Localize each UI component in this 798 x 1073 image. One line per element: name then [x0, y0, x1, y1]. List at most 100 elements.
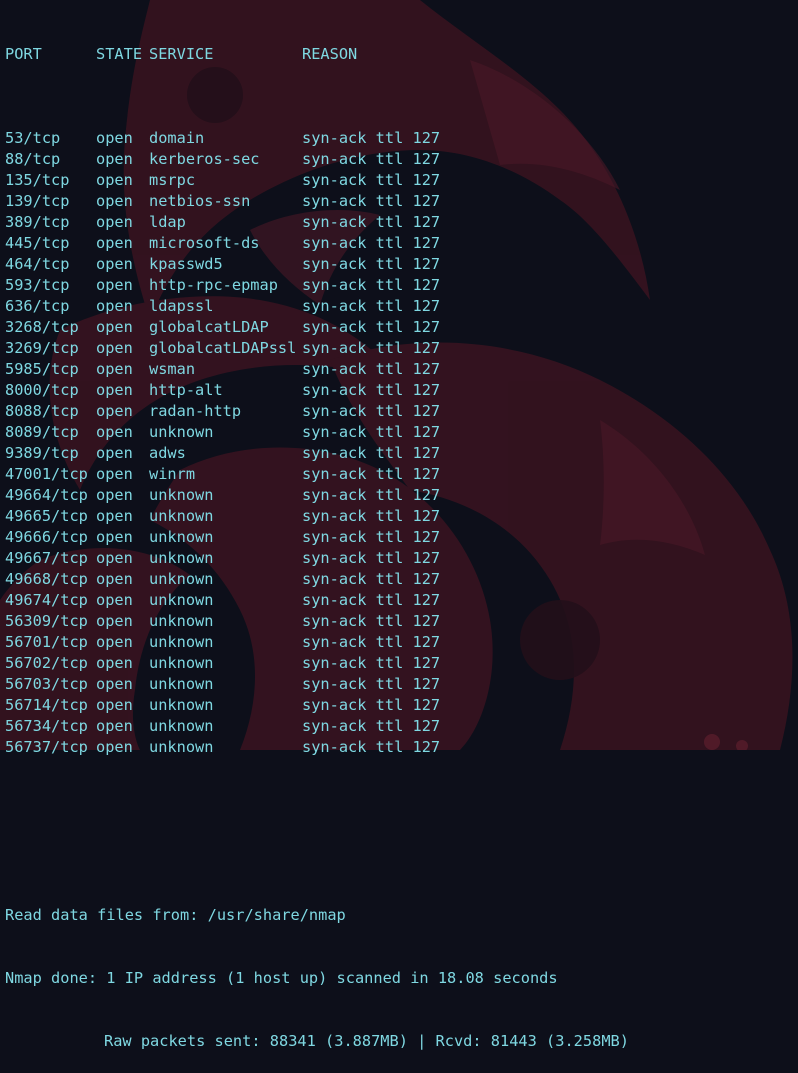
service-cell: unknown: [149, 633, 214, 651]
port-cell: 49665/tcp: [5, 507, 88, 525]
state-cell: open: [96, 255, 133, 273]
reason-cell: syn-ack ttl 127: [302, 339, 441, 357]
reason-cell: syn-ack ttl 127: [302, 381, 441, 399]
state-cell: open: [96, 738, 133, 756]
reason-cell: syn-ack ttl 127: [302, 318, 441, 336]
reason-cell: syn-ack ttl 127: [302, 129, 441, 147]
port-cell: 56309/tcp: [5, 612, 88, 630]
port-cell: 56714/tcp: [5, 696, 88, 714]
port-cell: 139/tcp: [5, 192, 70, 210]
port-cell: 49674/tcp: [5, 591, 88, 609]
table-row: 8088/tcp open radan-http syn-ack ttl 127: [5, 401, 795, 422]
reason-cell: syn-ack ttl 127: [302, 507, 441, 525]
state-cell: open: [96, 612, 133, 630]
service-cell: unknown: [149, 549, 214, 567]
reason-cell: syn-ack ttl 127: [302, 591, 441, 609]
state-cell: open: [96, 339, 133, 357]
service-cell: wsman: [149, 360, 196, 378]
reason-cell: syn-ack ttl 127: [302, 150, 441, 168]
header-state: STATE: [96, 45, 143, 63]
service-cell: unknown: [149, 738, 214, 756]
reason-cell: syn-ack ttl 127: [302, 276, 441, 294]
state-cell: open: [96, 717, 133, 735]
state-cell: open: [96, 486, 133, 504]
port-cell: 9389/tcp: [5, 444, 79, 462]
state-cell: open: [96, 696, 133, 714]
reason-cell: syn-ack ttl 127: [302, 717, 441, 735]
state-cell: open: [96, 297, 133, 315]
port-cell: 49668/tcp: [5, 570, 88, 588]
reason-cell: syn-ack ttl 127: [302, 234, 441, 252]
table-row: 56701/tcp open unknown syn-ack ttl 127: [5, 632, 795, 653]
service-cell: unknown: [149, 591, 214, 609]
service-cell: microsoft-ds: [149, 234, 260, 252]
service-cell: unknown: [149, 612, 214, 630]
table-row: 56714/tcp open unknown syn-ack ttl 127: [5, 695, 795, 716]
table-row: 139/tcp open netbios-ssn syn-ack ttl 127: [5, 191, 795, 212]
reason-cell: syn-ack ttl 127: [302, 528, 441, 546]
table-row: 53/tcp open domain syn-ack ttl 127: [5, 128, 795, 149]
port-cell: 8088/tcp: [5, 402, 79, 420]
table-row: 5985/tcp open wsman syn-ack ttl 127: [5, 359, 795, 380]
state-cell: open: [96, 654, 133, 672]
service-cell: unknown: [149, 570, 214, 588]
table-row: 593/tcp open http-rpc-epmap syn-ack ttl 127: [5, 275, 795, 296]
state-cell: open: [96, 150, 133, 168]
port-cell: 56703/tcp: [5, 675, 88, 693]
reason-cell: syn-ack ttl 127: [302, 171, 441, 189]
state-cell: open: [96, 129, 133, 147]
port-cell: 593/tcp: [5, 276, 70, 294]
service-cell: adws: [149, 444, 186, 462]
table-row: 636/tcp open ldapssl syn-ack ttl 127: [5, 296, 795, 317]
service-cell: unknown: [149, 675, 214, 693]
state-cell: open: [96, 276, 133, 294]
table-row: 3269/tcp open globalcatLDAPssl syn-ack ttl …: [5, 338, 795, 359]
service-cell: radan-http: [149, 402, 242, 420]
service-cell: msrpc: [149, 171, 196, 189]
table-row: 49668/tcp open unknown syn-ack ttl 127: [5, 569, 795, 590]
service-cell: winrm: [149, 465, 196, 483]
port-cell: 5985/tcp: [5, 360, 79, 378]
table-row: 8089/tcp open unknown syn-ack ttl 127: [5, 422, 795, 443]
state-cell: open: [96, 633, 133, 651]
reason-cell: syn-ack ttl 127: [302, 465, 441, 483]
state-cell: open: [96, 360, 133, 378]
service-cell: domain: [149, 129, 205, 147]
header-reason: REASON: [302, 45, 358, 63]
reason-cell: syn-ack ttl 127: [302, 696, 441, 714]
header-port: PORT: [5, 45, 42, 63]
table-row: 56734/tcp open unknown syn-ack ttl 127: [5, 716, 795, 737]
state-cell: open: [96, 402, 133, 420]
state-cell: open: [96, 570, 133, 588]
port-cell: 49667/tcp: [5, 549, 88, 567]
reason-cell: syn-ack ttl 127: [302, 402, 441, 420]
table-row: 56737/tcp open unknown syn-ack ttl 127: [5, 737, 795, 758]
port-cell: 47001/tcp: [5, 465, 88, 483]
state-cell: open: [96, 423, 133, 441]
state-cell: open: [96, 549, 133, 567]
table-row: 56702/tcp open unknown syn-ack ttl 127: [5, 653, 795, 674]
table-row: 464/tcp open kpasswd5 syn-ack ttl 127: [5, 254, 795, 275]
reason-cell: syn-ack ttl 127: [302, 570, 441, 588]
reason-cell: syn-ack ttl 127: [302, 444, 441, 462]
port-cell: 8000/tcp: [5, 381, 79, 399]
service-cell: unknown: [149, 507, 214, 525]
port-cell: 88/tcp: [5, 150, 61, 168]
port-cell: 56701/tcp: [5, 633, 88, 651]
port-cell: 135/tcp: [5, 171, 70, 189]
reason-cell: syn-ack ttl 127: [302, 213, 441, 231]
reason-cell: syn-ack ttl 127: [302, 297, 441, 315]
table-row: 445/tcp open microsoft-ds syn-ack ttl 127: [5, 233, 795, 254]
service-cell: unknown: [149, 654, 214, 672]
service-cell: unknown: [149, 717, 214, 735]
table-row: 88/tcp open kerberos-sec syn-ack ttl 127: [5, 149, 795, 170]
port-cell: 56734/tcp: [5, 717, 88, 735]
state-cell: open: [96, 171, 133, 189]
service-cell: netbios-ssn: [149, 192, 251, 210]
port-cell: 389/tcp: [5, 213, 70, 231]
port-table: 53/tcp open domain syn-ack ttl 127 88/tcp ope…: [5, 128, 795, 758]
table-row: 49666/tcp open unknown syn-ack ttl 127: [5, 527, 795, 548]
table-row: 9389/tcp open adws syn-ack ttl 127: [5, 443, 795, 464]
port-cell: 56702/tcp: [5, 654, 88, 672]
